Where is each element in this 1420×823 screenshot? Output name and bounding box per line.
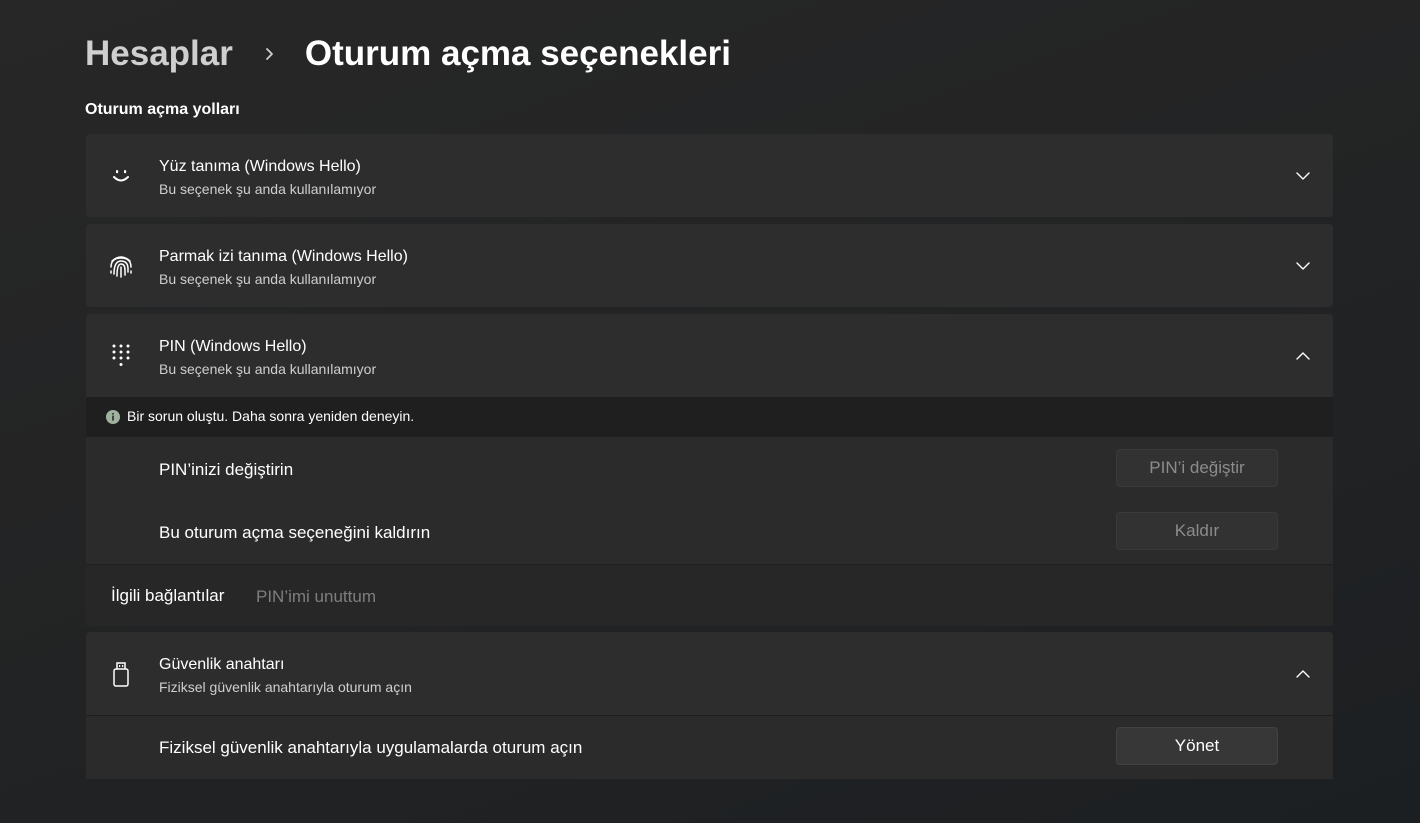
remove-button[interactable]: Kaldır [1116,512,1278,550]
pin-settings-rows: PIN’inizi değiştirin PIN’i değiştir Bu o… [86,437,1333,564]
manage-button[interactable]: Yönet [1116,727,1278,765]
security-key-row: Fiziksel güvenlik anahtarıyla uygulamala… [86,716,1333,779]
change-pin-button[interactable]: PIN’i değiştir [1116,449,1278,487]
chevron-down-icon[interactable] [1293,256,1313,276]
option-pin: PIN (Windows Hello) Bu seçenek şu anda k… [86,314,1333,626]
error-message: Bir sorun oluştu. Daha sonra yeniden den… [127,408,415,424]
option-title: PIN (Windows Hello) [159,338,307,355]
option-subtitle: Bu seçenek şu anda kullanılamıyor [159,181,377,197]
chevron-right-icon [255,39,285,69]
option-face-recognition-header[interactable]: Yüz tanıma (Windows Hello) Bu seçenek şu… [86,134,1333,217]
option-face-recognition: Yüz tanıma (Windows Hello) Bu seçenek şu… [86,134,1333,217]
related-links: İlgili bağlantılar PIN’imi unuttum [86,564,1333,626]
option-subtitle: Bu seçenek şu anda kullanılamıyor [159,361,377,377]
related-links-label: İlgili bağlantılar [111,586,225,605]
option-title: Güvenlik anahtarı [159,656,285,673]
chevron-up-icon[interactable] [1293,346,1313,366]
face-icon [106,163,136,189]
page-title: Oturum açma seçenekleri [304,34,731,73]
usb-key-icon [106,661,136,687]
option-subtitle: Fiziksel güvenlik anahtarıyla oturum açı… [159,679,412,695]
remove-option-label: Bu oturum açma seçeneğini kaldırın [159,523,431,542]
option-pin-header[interactable]: PIN (Windows Hello) Bu seçenek şu anda k… [86,314,1333,397]
pin-keypad-icon [106,343,136,369]
option-fingerprint: Parmak izi tanıma (Windows Hello) Bu seç… [86,224,1333,307]
option-fingerprint-header[interactable]: Parmak izi tanıma (Windows Hello) Bu seç… [86,224,1333,307]
chevron-down-icon[interactable] [1293,166,1313,186]
forgot-pin-link[interactable]: PIN’imi unuttum [256,587,376,607]
option-title: Parmak izi tanıma (Windows Hello) [159,248,408,265]
option-title: Yüz tanıma (Windows Hello) [159,158,361,175]
info-icon [106,410,120,424]
section-title: Oturum açma yolları [85,101,240,118]
option-security-key: Güvenlik anahtarı Fiziksel güvenlik anah… [86,632,1333,779]
breadcrumb-parent-link[interactable]: Hesaplar [85,34,233,74]
option-security-key-header[interactable]: Güvenlik anahtarı Fiziksel güvenlik anah… [86,632,1333,715]
change-pin-label: PIN’inizi değiştirin [159,460,294,479]
security-key-apps-label: Fiziksel güvenlik anahtarıyla uygulamala… [159,738,583,757]
error-bar: Bir sorun oluştu. Daha sonra yeniden den… [86,397,1333,437]
option-subtitle: Bu seçenek şu anda kullanılamıyor [159,271,377,287]
breadcrumb: Hesaplar Oturum açma seçenekleri [85,30,731,78]
chevron-up-icon[interactable] [1293,664,1313,684]
fingerprint-icon [106,253,136,279]
